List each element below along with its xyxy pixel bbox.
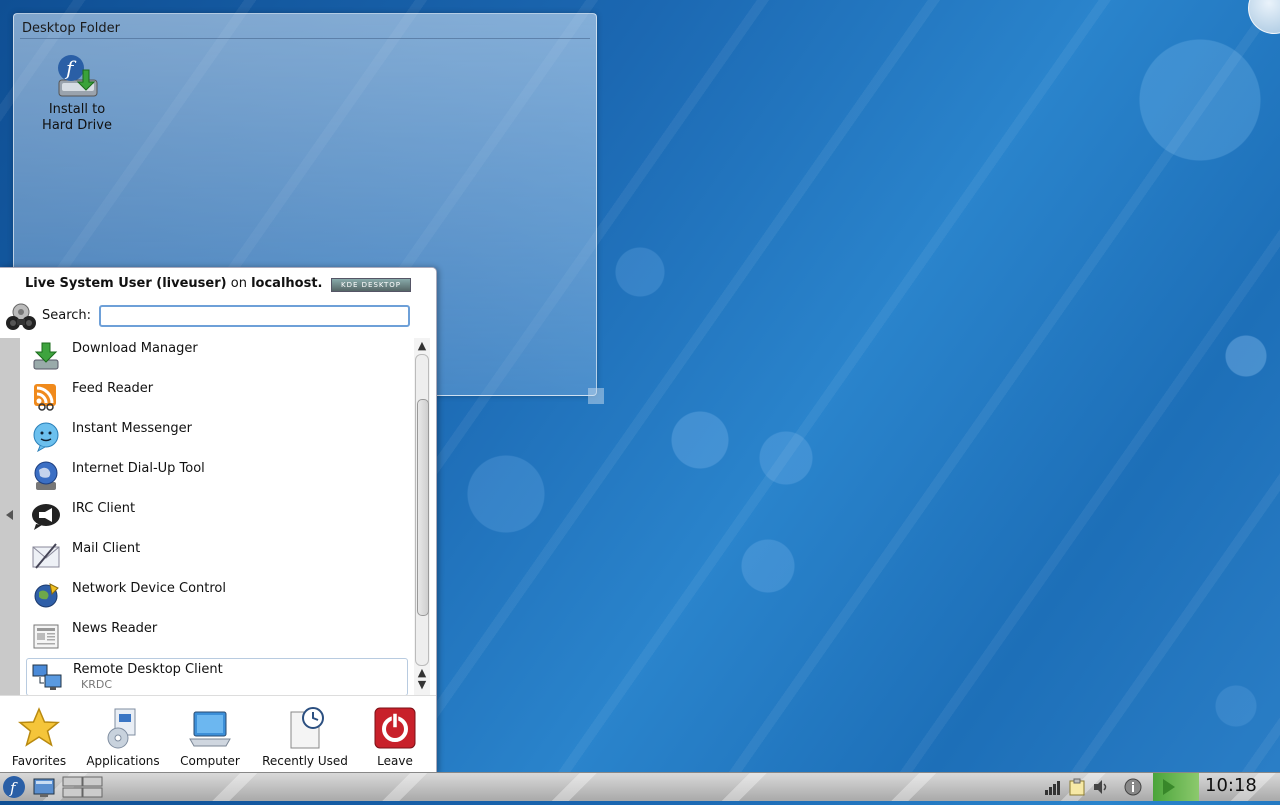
remote-desktop-icon [32,664,62,690]
folder-title: Desktop Folder [22,21,120,36]
tab-label: Leave [377,754,413,768]
tab-favorites[interactable]: Favorites [8,706,70,772]
tab-label: Computer [180,754,240,768]
tab-label: Applications [86,754,160,768]
shortcut-label-line2: Hard Drive [42,118,112,133]
tab-leave[interactable]: Leave [368,706,422,772]
applications-icon [101,706,145,750]
pager-icon[interactable] [62,775,104,799]
list-item-feed-reader[interactable]: Feed Reader [26,378,406,414]
item-label: IRC Client [72,501,136,516]
download-icon [33,342,59,370]
user-on-text: on [230,276,247,291]
power-icon [373,706,417,750]
host-name: localhost. [251,276,323,291]
taskbar-streaks [0,773,1280,801]
network-signal-icon[interactable] [1044,778,1062,796]
list-item-news-reader[interactable]: News Reader [26,618,406,654]
item-label: Internet Dial-Up Tool [72,461,205,476]
scroll-down-icon[interactable]: ▼ [417,679,427,690]
clock-document-icon [283,706,327,750]
clipboard-icon[interactable] [1068,778,1086,796]
network-globe-icon [34,583,59,608]
tab-recently-used[interactable]: Recently Used [260,706,350,772]
scroll-thumb[interactable] [417,399,429,616]
tab-label: Recently Used [262,754,348,768]
fedora-install-icon: f [58,55,98,97]
folder-divider [20,38,590,39]
item-label: Remote Desktop Client [73,662,223,677]
clock[interactable]: 10:18 [1205,775,1257,796]
info-icon[interactable] [1124,778,1142,796]
item-label: Feed Reader [72,381,154,396]
scroll-down-up-icon[interactable]: ▲ [417,667,427,678]
item-label: Download Manager [72,341,198,356]
list-item-irc-client[interactable]: IRC Client [26,498,406,534]
list-item-download-manager[interactable]: Download Manager [26,338,406,374]
rss-feed-icon [34,384,56,411]
kickoff-header: Live System User (liveuser) on localhost… [0,268,436,338]
tab-label: Favorites [11,754,67,768]
volume-icon[interactable] [1092,778,1110,796]
search-input[interactable] [99,305,410,327]
desktop-toolbox-icon[interactable] [1248,0,1280,34]
newspaper-icon [33,624,59,649]
list-item-remote-desktop-client[interactable]: Remote Desktop Client KRDC [26,658,408,696]
taskbar: f 10:18 [0,772,1280,801]
back-navigation-bar[interactable] [0,338,20,695]
list-item-instant-messenger[interactable]: Instant Messenger [26,418,406,454]
dial-up-globe-icon [34,461,58,490]
install-to-hard-drive-shortcut[interactable]: f Install to Hard Drive [42,52,112,134]
star-icon [17,706,61,750]
list-item-internet-dial-up-tool[interactable]: Internet Dial-Up Tool [26,458,406,494]
item-label: Instant Messenger [72,421,192,436]
scroll-up-icon[interactable]: ▲ [417,340,427,351]
messenger-icon [33,422,59,452]
irc-megaphone-icon [32,504,60,530]
activity-indicator [1153,773,1199,801]
back-arrow-icon [6,510,13,520]
shortcut-label-line1: Install to [48,102,106,117]
kickoff-menu: Live System User (liveuser) on localhost… [0,267,437,774]
tab-applications[interactable]: Applications [86,706,160,772]
item-sublabel: KRDC [81,678,113,691]
item-label: News Reader [72,621,158,636]
item-label: Network Device Control [72,581,226,596]
list-item-mail-client[interactable]: Mail Client [26,538,406,574]
kde-desktop-logo: KDE DESKTOP [331,278,411,292]
user-info: Live System User (liveuser) on localhost… [25,276,322,291]
application-list: Download Manager Feed Reader Instant Mes… [20,338,412,696]
list-scrollbar[interactable]: ▲ ▲ ▼ [414,338,430,695]
mail-icon [32,543,60,569]
laptop-icon [188,706,232,750]
fedora-launcher-icon[interactable]: f [2,775,26,799]
item-label: Mail Client [72,541,141,556]
show-desktop-icon[interactable] [32,775,56,799]
scroll-track[interactable] [415,354,429,666]
binoculars-icon [4,302,38,332]
kickoff-tab-bar: Favorites Applications Computer Recently… [0,695,436,773]
search-label: Search: [42,308,92,323]
tab-computer[interactable]: Computer [178,706,242,772]
list-item-network-device-control[interactable]: Network Device Control [26,578,406,614]
user-name: Live System User (liveuser) [25,276,227,291]
folder-resize-handle[interactable] [588,388,604,404]
